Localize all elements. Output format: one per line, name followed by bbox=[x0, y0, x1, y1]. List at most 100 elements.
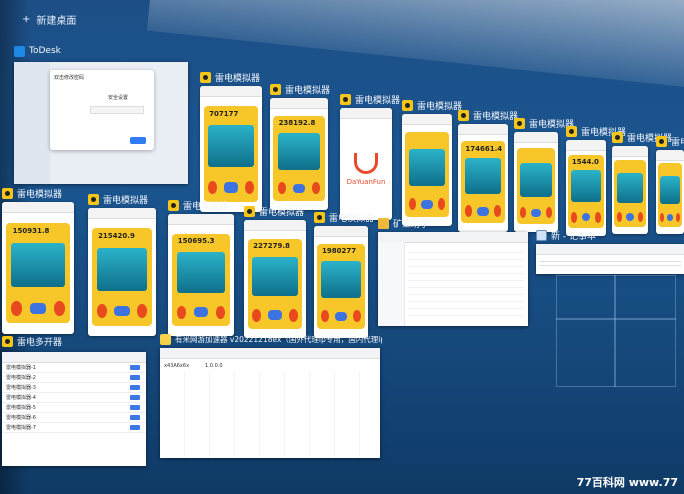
score-label: 215420.9 bbox=[98, 232, 135, 241]
fish-tank bbox=[176, 252, 226, 293]
notepad-thumbnail[interactable]: 新 - 记事本 bbox=[536, 228, 684, 274]
left-action-button[interactable] bbox=[208, 180, 218, 195]
left-action-button[interactable] bbox=[616, 212, 622, 222]
left-action-button[interactable] bbox=[176, 305, 187, 320]
multi-opener-row[interactable]: 雷电模拟器-3 bbox=[2, 383, 146, 393]
emulator-thumbnail[interactable]: 雷电模拟器 DaYuanFun bbox=[340, 92, 400, 220]
right-action-button[interactable] bbox=[352, 310, 361, 323]
emulator-screen[interactable]: 238192.8 bbox=[270, 98, 328, 210]
explorer-thumbnail[interactable]: 矿工助手 bbox=[378, 216, 528, 326]
right-action-button[interactable] bbox=[594, 212, 601, 223]
play-button[interactable] bbox=[30, 303, 46, 314]
emulator-screen[interactable] bbox=[656, 150, 684, 234]
accelerator-window[interactable]: x43A6x6x 1.0.0.0 bbox=[160, 348, 380, 458]
play-button[interactable] bbox=[193, 307, 209, 318]
right-action-button[interactable] bbox=[244, 180, 254, 195]
emulator-thumbnail[interactable]: 雷电模拟器 150931.8 bbox=[2, 186, 74, 334]
todesk-window[interactable]: 双击修改密码 安全设置 bbox=[14, 62, 188, 184]
ldplayer-icon bbox=[514, 117, 525, 129]
left-action-button[interactable] bbox=[96, 304, 107, 319]
emulator-screen[interactable]: 150931.8 bbox=[2, 202, 74, 334]
game-panel: 215420.9 bbox=[92, 228, 152, 326]
emulator-thumbnail[interactable]: 雷电模拟器 227279.8 bbox=[244, 204, 306, 338]
emulator-thumbnail[interactable]: 雷电模拟器 bbox=[656, 134, 684, 234]
notepad-window[interactable] bbox=[536, 244, 684, 274]
emulator-screen[interactable]: 150695.3 bbox=[168, 214, 234, 336]
todesk-confirm-button[interactable] bbox=[130, 137, 146, 144]
multi-opener-row[interactable]: 雷电模拟器-7 bbox=[2, 423, 146, 433]
left-action-button[interactable] bbox=[277, 182, 287, 195]
right-action-button[interactable] bbox=[545, 207, 553, 219]
emulator-thumbnail[interactable]: 雷电模拟器 174661.4 bbox=[458, 108, 518, 232]
start-instance-button[interactable] bbox=[130, 395, 140, 400]
emulator-screen[interactable]: 707177 bbox=[200, 86, 262, 212]
emulator-thumbnail[interactable]: 雷电模拟器 150695.3 bbox=[168, 198, 234, 336]
play-button[interactable] bbox=[292, 183, 306, 193]
start-instance-button[interactable] bbox=[130, 365, 140, 370]
play-button[interactable] bbox=[421, 199, 433, 209]
emulator-thumbnail[interactable]: 雷电模拟器 215420.9 bbox=[88, 192, 156, 336]
play-button[interactable] bbox=[531, 208, 541, 217]
play-button[interactable] bbox=[581, 213, 591, 222]
multi-opener-row[interactable]: 雷电模拟器-2 bbox=[2, 373, 146, 383]
left-action-button[interactable] bbox=[321, 310, 330, 323]
todesk-icon bbox=[14, 45, 25, 57]
explorer-window[interactable] bbox=[378, 232, 528, 326]
multi-opener-thumbnail[interactable]: 雷电多开器 雷电模拟器-1 雷电模拟器-2 雷电模拟器-3 雷电模拟器-4 雷电模拟器-… bbox=[2, 334, 148, 466]
emulator-screen[interactable]: DaYuanFun bbox=[340, 108, 392, 220]
todesk-thumbnail[interactable]: ToDesk 双击修改密码 安全设置 bbox=[14, 44, 190, 184]
emulator-thumbnail[interactable]: 雷电模拟器 238192.8 bbox=[270, 82, 330, 210]
left-action-button[interactable] bbox=[408, 198, 416, 211]
play-button[interactable] bbox=[626, 213, 634, 221]
new-desktop-button[interactable]: + 新建桌面 bbox=[22, 12, 76, 27]
right-action-button[interactable] bbox=[137, 304, 148, 319]
snap-guide-divider-v bbox=[614, 275, 616, 387]
multi-opener-row[interactable]: 雷电模拟器-1 bbox=[2, 363, 146, 373]
emulator-screen[interactable]: 1544.0 bbox=[566, 140, 606, 236]
instance-name: 雷电模拟器-6 bbox=[6, 415, 36, 421]
todesk-password-field[interactable] bbox=[90, 106, 144, 114]
right-action-button[interactable] bbox=[637, 212, 644, 222]
left-action-button[interactable] bbox=[659, 213, 664, 223]
right-action-button[interactable] bbox=[53, 301, 65, 316]
start-instance-button[interactable] bbox=[130, 425, 140, 430]
left-action-button[interactable] bbox=[252, 308, 262, 322]
score-label: 238192.8 bbox=[278, 119, 316, 128]
right-action-button[interactable] bbox=[311, 182, 321, 195]
play-button[interactable] bbox=[268, 310, 282, 320]
left-action-button[interactable] bbox=[571, 212, 578, 223]
start-instance-button[interactable] bbox=[130, 375, 140, 380]
play-button[interactable] bbox=[477, 206, 489, 216]
start-instance-button[interactable] bbox=[130, 415, 140, 420]
emulator-screen[interactable] bbox=[612, 146, 648, 234]
accelerator-thumbnail[interactable]: 有米网游加速器 v20221218ex（国外代理ip专用，国内代理ip不需用..… bbox=[160, 332, 382, 458]
emulator-thumbnail[interactable]: 雷电模拟器 bbox=[612, 130, 672, 234]
right-action-button[interactable] bbox=[676, 213, 681, 223]
multi-opener-row[interactable]: 雷电模拟器-6 bbox=[2, 413, 146, 423]
emulator-thumbnail[interactable]: 雷电模拟器 707177 bbox=[200, 70, 262, 212]
emulator-thumbnail[interactable]: 雷电模拟器 bbox=[514, 116, 574, 232]
right-action-button[interactable] bbox=[438, 198, 446, 211]
play-button[interactable] bbox=[114, 305, 130, 317]
emulator-screen[interactable]: 215420.9 bbox=[88, 208, 156, 336]
multi-opener-window[interactable]: 雷电模拟器-1 雷电模拟器-2 雷电模拟器-3 雷电模拟器-4 雷电模拟器-5 雷电模拟器… bbox=[2, 352, 146, 466]
multi-opener-row[interactable]: 雷电模拟器-4 bbox=[2, 393, 146, 403]
right-action-button[interactable] bbox=[288, 308, 298, 322]
emulator-thumbnail[interactable]: 雷电模拟器 bbox=[402, 98, 462, 226]
notepad-icon bbox=[536, 229, 547, 241]
start-instance-button[interactable] bbox=[130, 405, 140, 410]
emulator-screen[interactable]: 227279.8 bbox=[244, 220, 306, 338]
play-button[interactable] bbox=[335, 311, 347, 321]
game-controls bbox=[408, 197, 446, 212]
emulator-title: 雷电模拟器 bbox=[17, 189, 63, 200]
emulator-screen[interactable] bbox=[402, 114, 452, 226]
play-button[interactable] bbox=[666, 214, 674, 222]
emulator-thumbnail[interactable]: 雷电模拟器 1980277 bbox=[314, 210, 374, 338]
multi-opener-row[interactable]: 雷电模拟器-5 bbox=[2, 403, 146, 413]
emulator-thumbnail[interactable]: 雷电模拟器 1544.0 bbox=[566, 124, 626, 236]
play-button[interactable] bbox=[224, 182, 238, 193]
left-action-button[interactable] bbox=[11, 301, 23, 316]
start-instance-button[interactable] bbox=[130, 385, 140, 390]
right-action-button[interactable] bbox=[215, 305, 226, 320]
emulator-screen[interactable]: 1980277 bbox=[314, 226, 368, 338]
